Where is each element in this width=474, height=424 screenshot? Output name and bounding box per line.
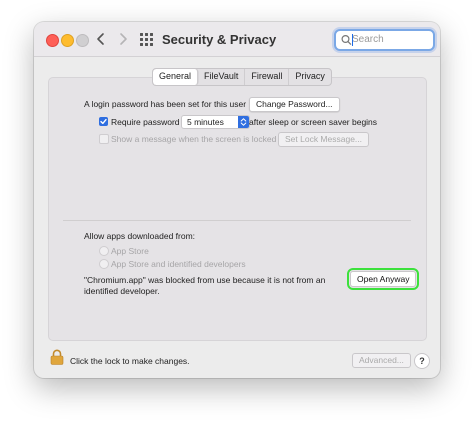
- set-lock-message-button[interactable]: Set Lock Message...: [278, 132, 370, 147]
- title-bar: Security & Privacy: [34, 22, 440, 57]
- lock-icon[interactable]: [50, 349, 64, 365]
- zoom-dot[interactable]: [76, 34, 89, 47]
- tab-filevault[interactable]: FileVault: [198, 69, 246, 85]
- select-arrows-icon: [238, 116, 249, 128]
- tab-bar: General FileVault Firewall Privacy: [152, 68, 332, 86]
- allow-apps-heading: Allow apps downloaded from:: [84, 231, 196, 241]
- advanced-button[interactable]: Advanced...: [352, 353, 411, 368]
- blocked-message-line2: identified developer.: [84, 286, 160, 296]
- back-button[interactable]: [92, 30, 110, 48]
- search-field[interactable]: [334, 29, 435, 51]
- tab-privacy[interactable]: Privacy: [289, 69, 331, 85]
- close-dot[interactable]: [46, 34, 59, 47]
- lock-hint-text: Click the lock to make changes.: [70, 356, 190, 366]
- radio-identified-developers-label: App Store and identified developers: [111, 259, 246, 269]
- minimize-dot[interactable]: [61, 34, 74, 47]
- chevron-left-icon: [97, 33, 104, 45]
- text-caret: [352, 34, 353, 46]
- show-message-label: Show a message when the screen is locked: [111, 134, 277, 144]
- after-sleep-text: after sleep or screen saver begins: [249, 117, 378, 127]
- blocked-message-line1: "Chromium.app" was blocked from use beca…: [84, 275, 326, 285]
- require-password-label: Require password: [111, 117, 180, 127]
- window-title: Security & Privacy: [162, 32, 277, 47]
- chevron-right-icon: [120, 33, 127, 45]
- preferences-window: Security & Privacy General FileVault Fir…: [34, 22, 440, 378]
- radio-app-store[interactable]: [99, 246, 109, 256]
- login-password-text: A login password has been set for this u…: [84, 99, 247, 109]
- show-message-checkbox[interactable]: [99, 134, 109, 144]
- tab-firewall[interactable]: Firewall: [245, 69, 290, 85]
- general-panel: A login password has been set for this u…: [48, 77, 427, 341]
- require-password-checkbox[interactable]: [99, 117, 108, 126]
- forward-button[interactable]: [114, 30, 132, 48]
- tab-general[interactable]: General: [153, 69, 199, 85]
- radio-app-store-label: App Store: [111, 246, 149, 256]
- section-divider: [63, 220, 411, 221]
- grid-icon[interactable]: [140, 33, 154, 47]
- delay-value: 5 minutes: [187, 117, 224, 127]
- open-anyway-button[interactable]: Open Anyway: [346, 268, 420, 290]
- search-input[interactable]: [352, 32, 428, 47]
- require-password-delay-select[interactable]: 5 minutes: [181, 115, 250, 129]
- help-button[interactable]: ?: [414, 353, 430, 369]
- radio-identified-developers[interactable]: [99, 259, 109, 269]
- change-password-button[interactable]: Change Password...: [249, 97, 340, 112]
- checkmark-icon: [100, 118, 107, 125]
